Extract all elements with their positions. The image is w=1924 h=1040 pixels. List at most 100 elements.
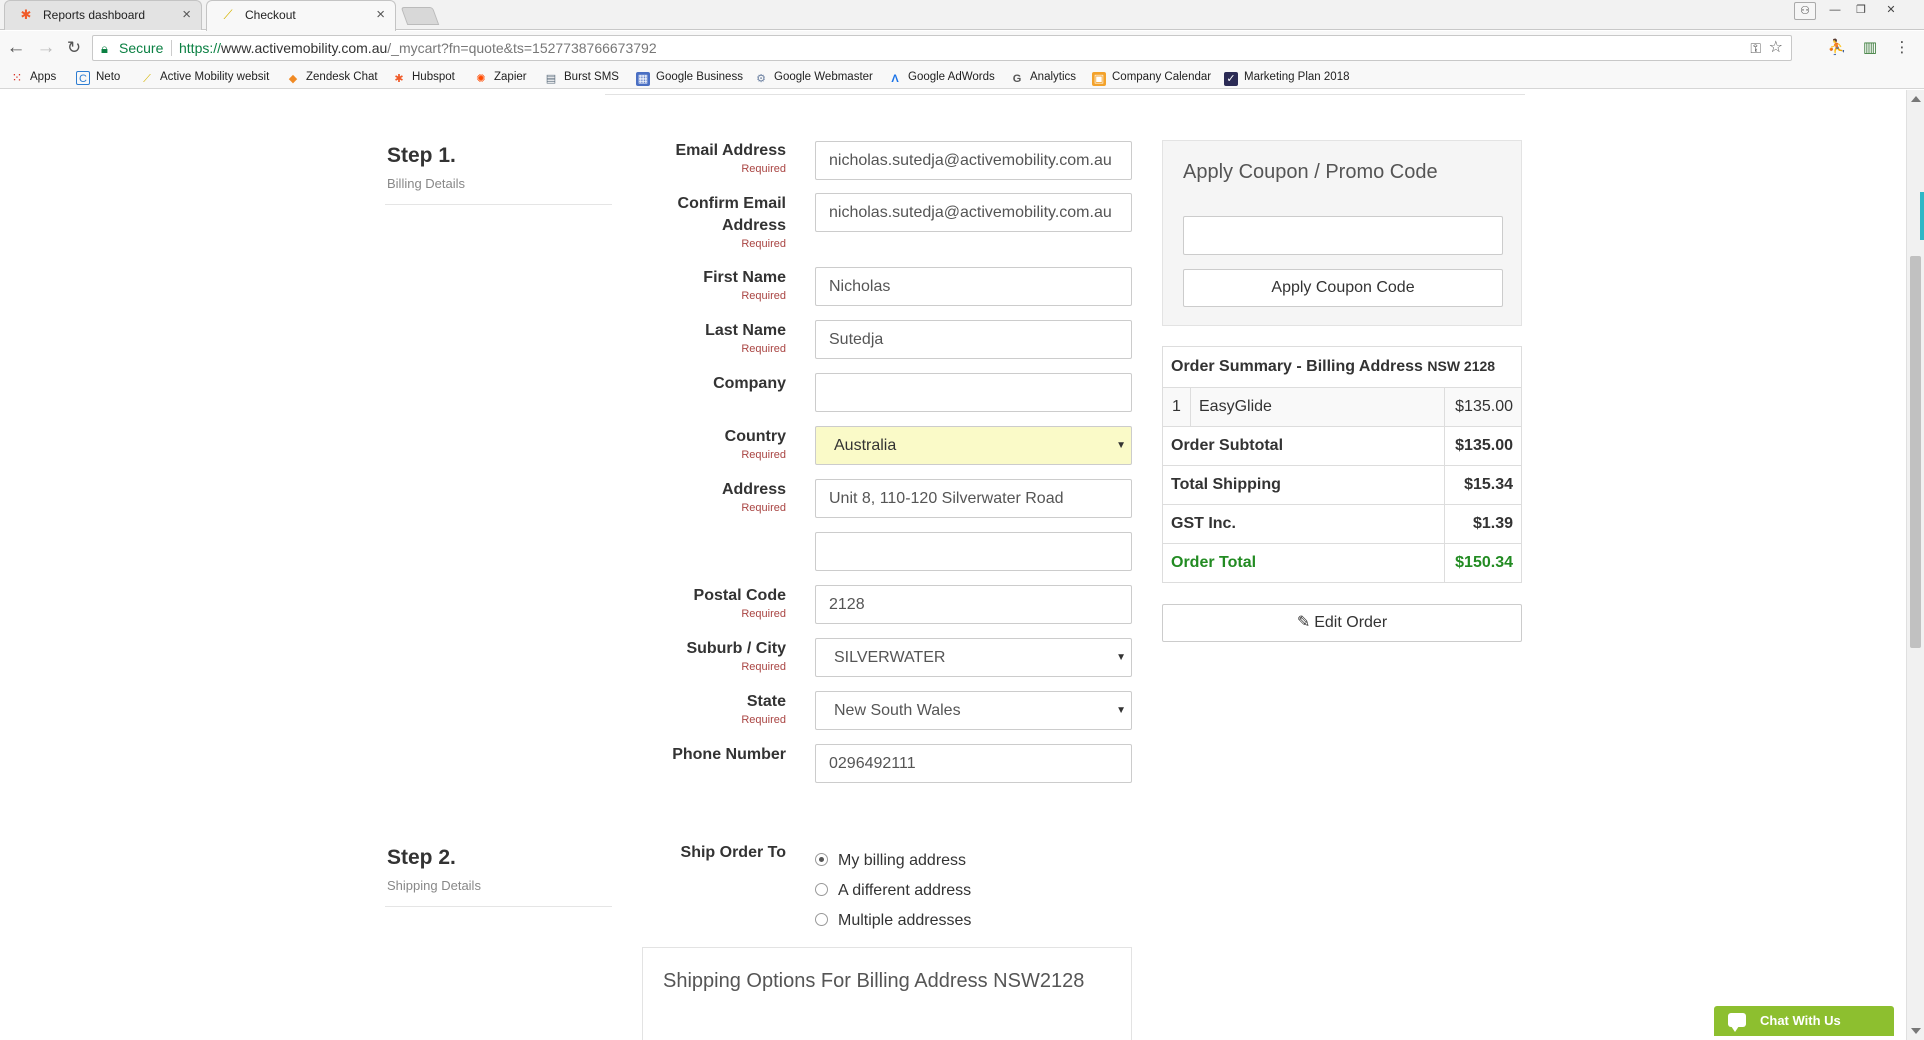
adwords-icon: Λ — [891, 73, 899, 85]
radio-unselected[interactable] — [815, 883, 828, 896]
checkout-page: Step 1. Billing Details Email Address Re… — [0, 90, 1904, 1040]
suburb-label: Suburb / City — [686, 640, 786, 657]
first-name-field[interactable]: Nicholas — [815, 267, 1132, 306]
phone-label: Phone Number — [672, 746, 786, 763]
reload-icon[interactable]: ↻ — [62, 36, 86, 60]
confirm-email-field[interactable]: nicholas.sutedja@activemobility.com.au — [815, 193, 1132, 232]
ship-order-to-label: Ship Order To — [680, 844, 786, 861]
restore-icon[interactable]: ❐ — [1850, 2, 1872, 20]
bookmark-burst-sms[interactable]: ▤ Burst SMS — [544, 65, 619, 89]
ship-option-billing[interactable]: My billing address — [815, 850, 966, 872]
pencil-icon: ✎ — [1296, 614, 1311, 631]
bookmark-marketing-plan[interactable]: ✓ Marketing Plan 2018 — [1224, 65, 1349, 89]
email-field[interactable]: nicholas.sutedja@activemobility.com.au — [815, 141, 1132, 180]
active-mobility-icon: ⟋ — [223, 7, 233, 22]
apply-coupon-button[interactable]: Apply Coupon Code — [1183, 269, 1503, 307]
burst-sms-icon: ▤ — [545, 73, 557, 85]
secure-label: Secure — [119, 40, 164, 56]
chat-label: Chat With Us — [1760, 1013, 1841, 1028]
url-path: /_mycart?fn=quote&ts=1527738766673792 — [387, 40, 657, 56]
bookmark-company-calendar[interactable]: ▣ Company Calendar — [1092, 65, 1211, 89]
profile-icon[interactable]: ⚇ — [1794, 2, 1816, 20]
bookmark-active-mobility[interactable]: ⟋ Active Mobility websit — [140, 65, 269, 89]
analytics-extension-icon[interactable]: ▥ — [1860, 38, 1880, 58]
subtotal-value: $135.00 — [1444, 426, 1522, 466]
close-icon[interactable]: × — [182, 1, 191, 29]
state-label: State — [746, 693, 786, 710]
bookmarks-bar: ⁙ Apps C Neto ⟋ Active Mobility websit ◆ Zen… — [0, 65, 1924, 89]
item-name: EasyGlide — [1190, 387, 1445, 427]
back-arrow-icon[interactable]: ← — [4, 36, 28, 60]
google-g-icon: G — [1012, 73, 1022, 85]
coupon-input[interactable] — [1183, 216, 1503, 255]
bookmark-analytics[interactable]: G Analytics — [1010, 65, 1076, 89]
suburb-select[interactable]: SILVERWATER ▼ — [815, 638, 1132, 677]
company-label: Company — [713, 375, 786, 392]
radio-selected[interactable] — [815, 853, 828, 866]
scroll-down-arrow-icon[interactable] — [1911, 1028, 1921, 1034]
window-close-icon[interactable]: ✕ — [1880, 2, 1902, 20]
address-label: Address — [721, 481, 786, 498]
address-bar[interactable]: 🔒︎ Secure https://www.activemobility.com… — [92, 35, 1792, 61]
bookmark-google-adwords[interactable]: Λ Google AdWords — [888, 65, 994, 89]
ship-option-label: My billing address — [838, 852, 967, 869]
bookmark-label: Analytics — [1030, 71, 1077, 83]
country-select[interactable]: Australia ▼ — [815, 426, 1132, 465]
bookmark-hubspot[interactable]: ✱ Hubspot — [392, 65, 454, 89]
active-mobility-icon: ⟋ — [143, 73, 151, 85]
zendesk-icon: ◆ — [288, 73, 298, 85]
close-icon[interactable]: × — [376, 1, 385, 29]
table-row: Order Subtotal $135.00 — [1162, 426, 1522, 466]
tab-title: Reports dashboard — [43, 8, 146, 22]
edit-order-button[interactable]: ✎ Edit Order — [1162, 604, 1522, 642]
last-name-field[interactable]: Sutedja — [815, 320, 1132, 359]
new-tab-button[interactable] — [400, 7, 440, 25]
tab-strip: ✱ Reports dashboard × ⟋ Checkout × ⚇ — ❐… — [0, 0, 1924, 31]
scroll-thumb[interactable] — [1910, 256, 1921, 648]
dropdown-caret-icon: ▼ — [1116, 440, 1126, 451]
bookmark-google-webmaster[interactable]: ⚙ Google Webmaster — [754, 65, 873, 89]
suburb-value: SILVERWATER — [834, 649, 946, 666]
step2-divider — [385, 906, 612, 907]
bookmark-zapier[interactable]: ✺ Zapier — [474, 65, 526, 89]
radio-unselected[interactable] — [815, 913, 828, 926]
summary-postcode: NSW 2128 — [1427, 358, 1496, 374]
order-total-value: $150.34 — [1444, 543, 1522, 583]
tab-checkout[interactable]: ⟋ Checkout × — [206, 0, 396, 31]
star-icon[interactable]: ☆ — [1769, 36, 1783, 60]
bookmark-zendesk-chat[interactable]: ◆ Zendesk Chat — [286, 65, 378, 89]
company-field[interactable] — [815, 373, 1132, 412]
bookmark-label: Apps — [30, 71, 57, 83]
calendar-icon: ▣ — [1092, 72, 1106, 86]
key-icon[interactable]: ⚿ — [1750, 36, 1761, 60]
bookmark-google-business[interactable]: ▦ Google Business — [636, 65, 743, 89]
postal-code-field[interactable]: 2128 — [815, 585, 1132, 624]
trello-check-icon: ✓ — [1224, 72, 1238, 86]
forward-arrow-icon[interactable]: → — [34, 36, 58, 60]
bookmark-neto[interactable]: C Neto — [76, 65, 120, 89]
top-divider — [605, 90, 1525, 95]
ship-option-multiple[interactable]: Multiple addresses — [815, 910, 971, 932]
bookmark-apps[interactable]: ⁙ Apps — [10, 65, 57, 89]
url-host: www.activemobility.com.au — [221, 40, 388, 56]
shipping-label: Total Shipping — [1162, 465, 1445, 505]
ship-option-label: A different address — [838, 882, 972, 899]
bookmark-label: Burst SMS — [564, 71, 619, 83]
phone-field[interactable]: 0296492111 — [815, 744, 1132, 783]
chat-with-us-button[interactable]: Chat With Us — [1714, 1006, 1894, 1036]
dropdown-caret-icon: ▼ — [1116, 705, 1126, 716]
shipping-options-panel: Shipping Options For Billing Address NSW… — [642, 947, 1132, 1040]
state-select[interactable]: New South Wales ▼ — [815, 691, 1132, 730]
ship-option-different[interactable]: A different address — [815, 880, 971, 902]
extension-person-icon[interactable]: ⛹ — [1827, 38, 1847, 58]
bookmark-label: Google Webmaster — [774, 71, 873, 83]
scroll-up-arrow-icon[interactable] — [1911, 96, 1921, 102]
hubspot-icon: ✱ — [20, 7, 32, 22]
address-line2-field[interactable] — [815, 532, 1132, 571]
menu-kebab-icon[interactable]: ⋮ — [1892, 38, 1912, 58]
bookmark-label: Zendesk Chat — [306, 71, 378, 83]
address-line1-field[interactable]: Unit 8, 110-120 Silverwater Road — [815, 479, 1132, 518]
postal-code-label: Postal Code — [693, 587, 786, 604]
minimize-icon[interactable]: — — [1824, 2, 1846, 20]
tab-reports-dashboard[interactable]: ✱ Reports dashboard × — [4, 0, 202, 30]
